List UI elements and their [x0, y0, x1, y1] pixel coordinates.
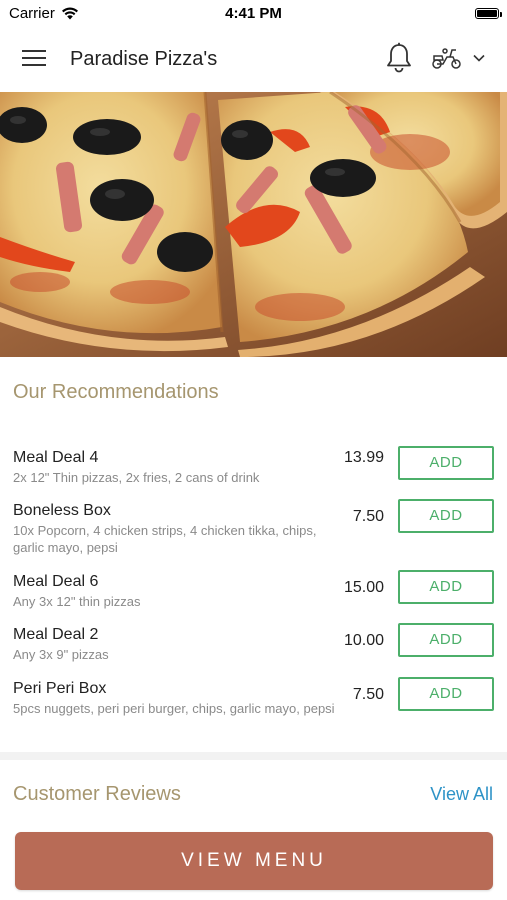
menu-item: Meal Deal 6 Any 3x 12" thin pizzas 15.00…	[13, 570, 494, 610]
item-description: 5pcs nuggets, peri peri burger, chips, g…	[13, 701, 335, 716]
item-price: 7.50	[352, 686, 384, 703]
menu-item: Boneless Box 10x Popcorn, 4 chicken stri…	[13, 499, 494, 556]
menu-icon[interactable]	[22, 48, 48, 68]
item-description: Any 3x 12" thin pizzas	[13, 594, 141, 609]
add-button[interactable]: ADD	[398, 499, 494, 533]
menu-item: Peri Peri Box 5pcs nuggets, peri peri bu…	[13, 677, 494, 717]
add-button[interactable]: ADD	[398, 446, 494, 480]
item-description: Any 3x 9" pizzas	[13, 647, 109, 662]
pizza-illustration	[0, 92, 507, 357]
item-price: 13.99	[343, 449, 384, 466]
battery-icon	[475, 7, 502, 19]
view-all-link[interactable]: View All	[430, 784, 493, 805]
status-bar: Carrier 4:41 PM	[0, 0, 507, 26]
add-button[interactable]: ADD	[398, 677, 494, 711]
add-button[interactable]: ADD	[398, 570, 494, 604]
chevron-down-icon[interactable]	[472, 51, 486, 65]
bell-icon[interactable]	[385, 42, 413, 74]
scooter-icon[interactable]	[431, 46, 463, 70]
item-description: 10x Popcorn, 4 chicken strips, 4 chicken…	[13, 523, 317, 555]
add-button[interactable]: ADD	[398, 623, 494, 657]
item-price: 15.00	[343, 579, 384, 596]
item-price: 10.00	[343, 632, 384, 649]
nav-bar: Paradise Pizza's	[0, 26, 507, 92]
view-menu-button[interactable]: VIEW MENU	[15, 832, 493, 890]
menu-item: Meal Deal 2 Any 3x 9" pizzas 10.00 ADD	[13, 623, 494, 663]
item-description: 2x 12" Thin pizzas, 2x fries, 2 cans of …	[13, 470, 260, 485]
reviews-title: Customer Reviews	[13, 783, 181, 805]
menu-item: Meal Deal 4 2x 12" Thin pizzas, 2x fries…	[13, 446, 494, 486]
item-price: 7.50	[352, 508, 384, 525]
recommendations-title: Our Recommendations	[13, 381, 219, 403]
section-divider	[0, 752, 507, 760]
status-time: 4:41 PM	[225, 4, 282, 22]
page-title: Paradise Pizza's	[70, 48, 218, 70]
hero-pizza-image	[0, 92, 507, 357]
